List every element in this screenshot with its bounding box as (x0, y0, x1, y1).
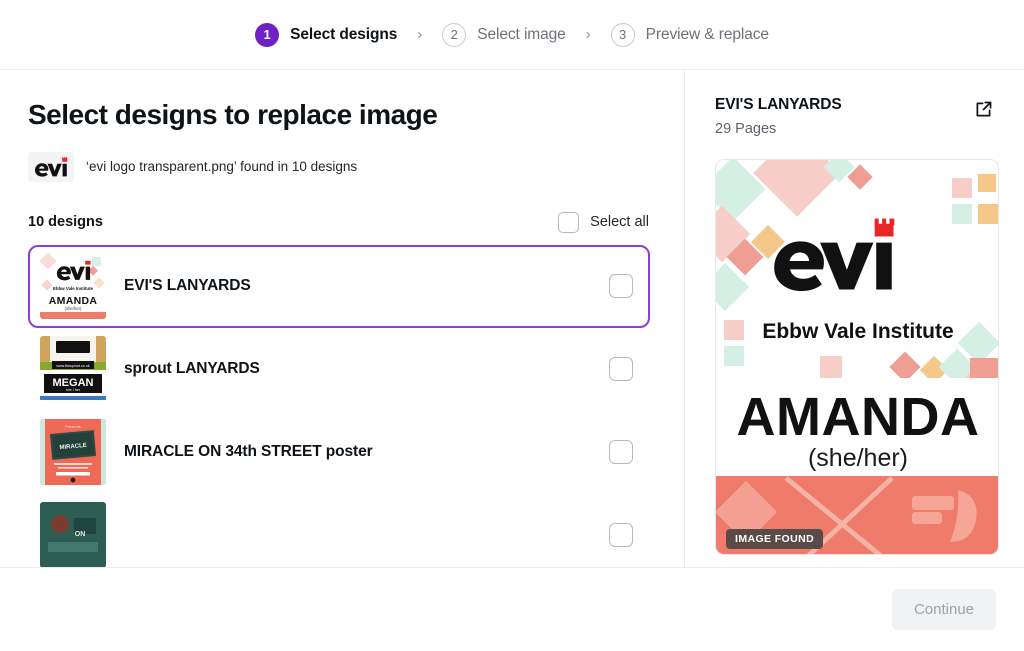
step-1-number: 1 (255, 22, 280, 47)
select-all-label: Select all (590, 214, 649, 231)
evi-logo-icon (28, 151, 74, 182)
source-file-caption: ‘evi logo transparent.png’ found in 10 d… (86, 159, 358, 175)
step-1-label: Select designs (290, 25, 398, 43)
designs-count: 10 designs (28, 214, 103, 231)
wizard-stepper: 1 Select designs › 2 Select image › 3 Pr… (0, 0, 1024, 70)
miracle-poster-thumb: Presents MIRACLE (40, 419, 106, 486)
svg-text:Ebbw Vale Institute: Ebbw Vale Institute (53, 286, 94, 291)
source-file-chip: ‘evi logo transparent.png’ found in 10 d… (28, 151, 650, 182)
step-separator-1: › (417, 26, 423, 43)
page-title: Select designs to replace image (28, 99, 438, 130)
step-2-label: Select image (477, 25, 566, 43)
design-row-checkbox[interactable] (609, 274, 633, 299)
design-row-label: EVI'S LANYARDS (124, 277, 251, 295)
step-2-number: 2 (442, 22, 467, 47)
continue-button[interactable]: Continue (891, 589, 996, 630)
step-select-image[interactable]: 2 Select image (442, 22, 566, 47)
design-row-partially-visible[interactable]: ON (28, 493, 650, 567)
design-row-evis-lanyards[interactable]: Ebbw Vale Institute AMANDA (she/her) EVI… (28, 244, 650, 328)
design-row-sprout-lanyards[interactable]: www.thesprout.co.uk MEGAN she / her spro… (28, 327, 650, 411)
design-row-checkbox[interactable] (609, 440, 633, 465)
designs-list[interactable]: Ebbw Vale Institute AMANDA (she/her) EVI… (28, 244, 650, 567)
svg-text:Ebbw Vale Institute: Ebbw Vale Institute (762, 320, 953, 343)
svg-text:www.thesprout.co.uk: www.thesprout.co.uk (56, 364, 89, 368)
select-all-control[interactable]: Select all (558, 211, 649, 233)
image-found-badge: IMAGE FOUND (726, 529, 824, 549)
list-toolbar: 10 designs Select all (28, 211, 650, 233)
svg-text:(she/her): (she/her) (65, 306, 82, 311)
external-link-icon[interactable] (970, 96, 996, 122)
step-3-label: Preview & replace (645, 25, 769, 43)
design-row-label: MIRACLE ON 34th STREET poster (124, 443, 373, 461)
step-preview-replace[interactable]: 3 Preview & replace (610, 22, 769, 47)
preview-panel: EVI'S LANYARDS 29 Pages Ebbw Vale Instit… (685, 70, 1024, 567)
svg-text:ON: ON (75, 531, 86, 538)
design-row-miracle-poster[interactable]: Presents MIRACLE MIRACLE ON 34th STREET … (28, 410, 650, 494)
svg-text:Presents: Presents (65, 424, 81, 429)
step-select-designs[interactable]: 1 Select designs (255, 22, 398, 47)
modal-footer: Continue (0, 568, 1024, 651)
preview-title: EVI'S LANYARDS (715, 96, 842, 113)
step-3-number: 3 (610, 22, 635, 47)
evi-lanyard-thumb: Ebbw Vale Institute AMANDA (she/her) (40, 253, 106, 320)
preview-page-count: 29 Pages (715, 121, 777, 137)
preview-header: EVI'S LANYARDS 29 Pages (715, 96, 996, 137)
clipped-thumb: ON (40, 502, 106, 567)
sprout-lanyard-thumb: www.thesprout.co.uk MEGAN she / her (40, 336, 106, 403)
replace-image-modal: 1 Select designs › 2 Select image › 3 Pr… (0, 0, 1024, 651)
step-separator-2: › (585, 26, 591, 43)
modal-body: Select designs to replace image ‘evi log… (0, 70, 1024, 568)
svg-text:she / her: she / her (66, 388, 81, 392)
design-row-checkbox[interactable] (609, 523, 633, 548)
select-all-checkbox[interactable] (558, 211, 580, 233)
svg-text:(she/her): (she/her) (808, 444, 908, 472)
design-row-checkbox[interactable] (609, 357, 633, 382)
designs-panel: Select designs to replace image ‘evi log… (0, 70, 685, 567)
design-row-label: sprout LANYARDS (124, 360, 260, 378)
svg-text:AMANDA: AMANDA (737, 387, 980, 447)
design-preview-card[interactable]: Ebbw Vale Institute AMANDA (she/her) IMA… (715, 159, 999, 555)
